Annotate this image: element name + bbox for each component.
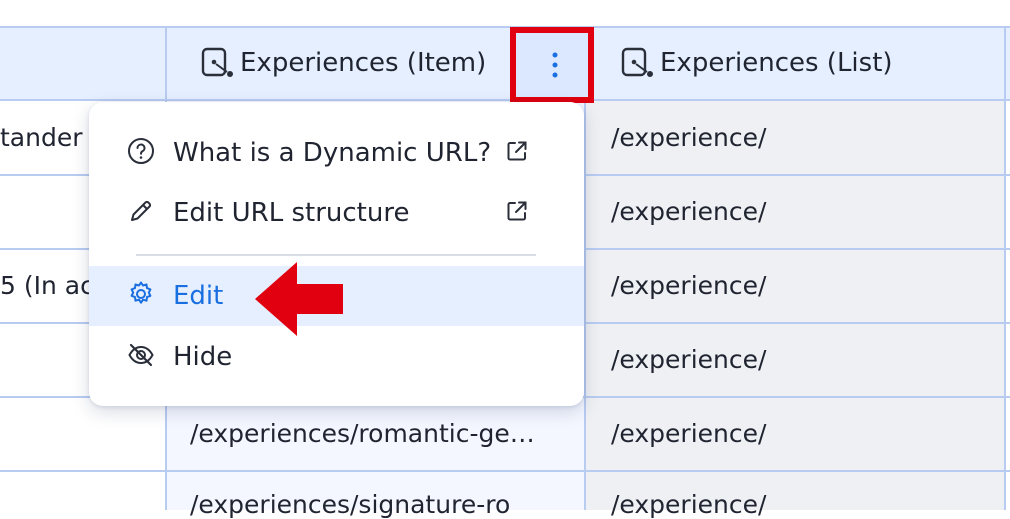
annotation-arrow-icon bbox=[255, 262, 345, 340]
page-link-icon bbox=[621, 47, 655, 79]
gear-icon bbox=[127, 280, 155, 312]
row-divider bbox=[0, 470, 1010, 472]
more-vertical-icon bbox=[550, 50, 560, 84]
column-header-experiences-list[interactable]: Experiences (List) bbox=[660, 48, 893, 78]
external-link-icon bbox=[505, 199, 529, 227]
table-cell[interactable]: /experience/ bbox=[611, 490, 766, 519]
page-link-icon bbox=[201, 47, 235, 79]
menu-item-label: What is a Dynamic URL? bbox=[173, 138, 492, 168]
menu-divider bbox=[136, 254, 536, 256]
help-circle-icon bbox=[127, 137, 155, 169]
column-actions-menu: What is a Dynamic URL? Edit URL structur… bbox=[89, 102, 584, 406]
table-cell[interactable]: /experiences/romantic-ge… bbox=[190, 419, 535, 448]
table-cell[interactable]: tander bbox=[0, 123, 83, 152]
header-top-border bbox=[0, 26, 1010, 28]
table-cell[interactable]: 5 (In ac bbox=[0, 271, 94, 300]
external-link-icon bbox=[505, 139, 529, 167]
eye-off-icon bbox=[127, 341, 155, 373]
menu-item-edit-url-structure[interactable]: Edit URL structure bbox=[89, 184, 584, 242]
table-cell[interactable]: /experience/ bbox=[611, 197, 766, 226]
column-more-actions-button[interactable] bbox=[510, 27, 594, 103]
menu-item-what-is-dynamic-url[interactable]: What is a Dynamic URL? bbox=[89, 124, 584, 182]
table-cell[interactable]: /experience/ bbox=[611, 419, 766, 448]
list-column-body bbox=[586, 101, 1006, 510]
menu-item-label: Hide bbox=[173, 342, 233, 372]
menu-item-label: Edit bbox=[173, 281, 224, 311]
table-cell[interactable]: /experience/ bbox=[611, 123, 766, 152]
column-header-experiences-item[interactable]: Experiences (Item) bbox=[240, 48, 486, 78]
table-cell[interactable]: /experience/ bbox=[611, 271, 766, 300]
table-cell[interactable]: /experiences/signature-ro bbox=[190, 490, 510, 519]
menu-item-label: Edit URL structure bbox=[173, 198, 410, 228]
pencil-icon bbox=[127, 197, 155, 229]
table-cell[interactable]: /experience/ bbox=[611, 345, 766, 374]
column-divider bbox=[1004, 26, 1006, 510]
